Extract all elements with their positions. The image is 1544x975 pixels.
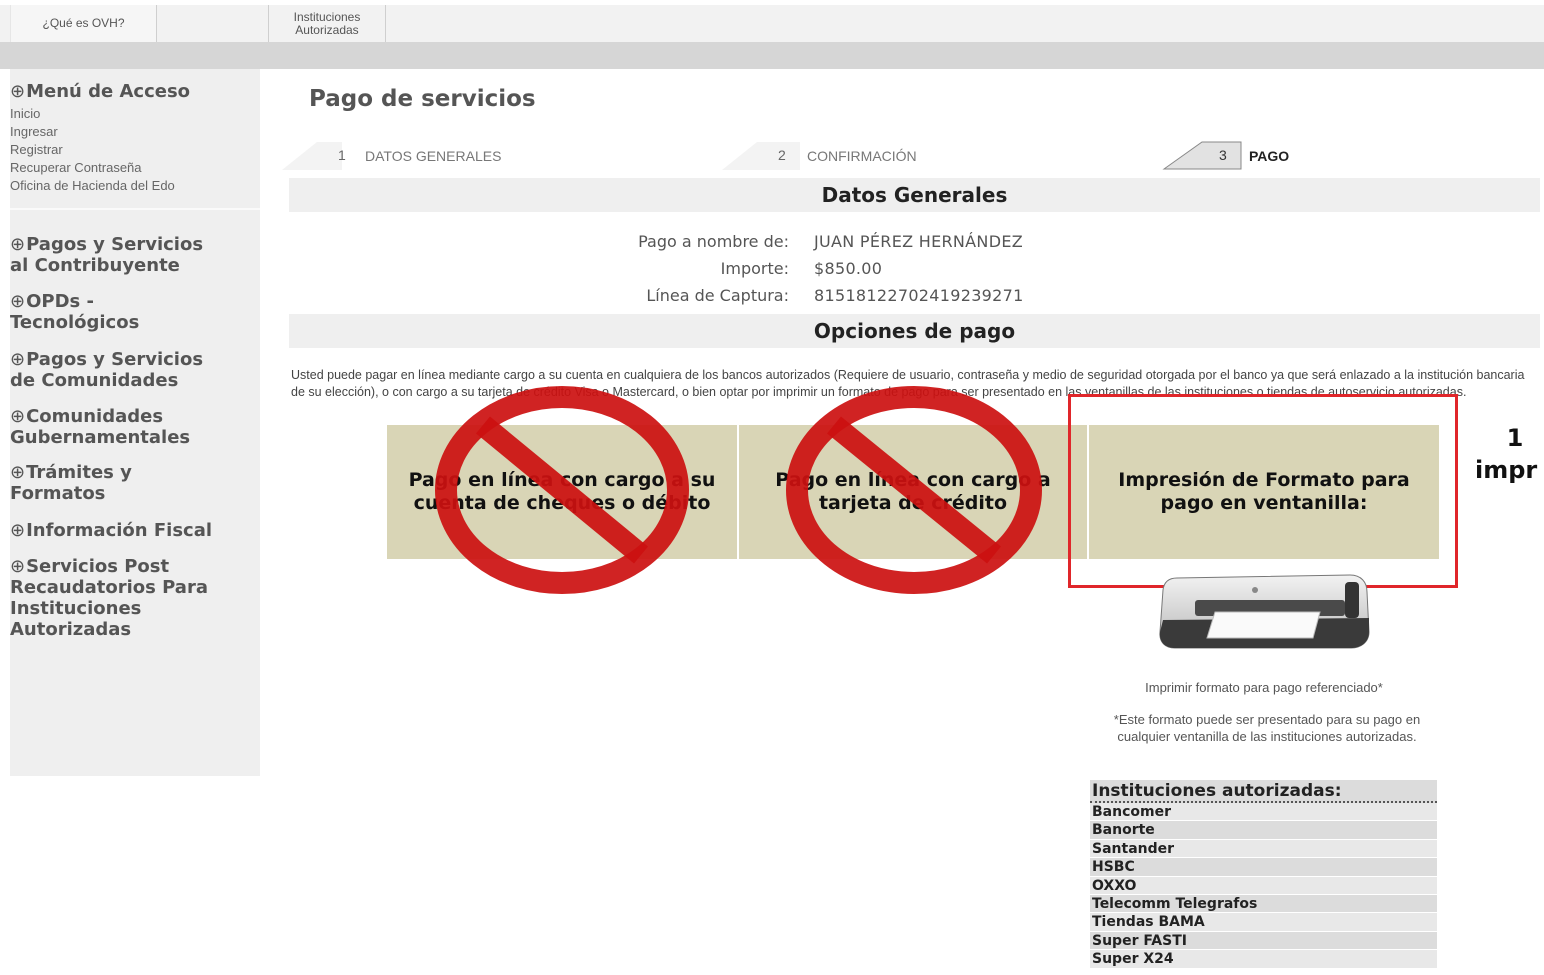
step-hint-line1: 1: [1506, 424, 1524, 452]
sidebar: ⊕Menú de Acceso Inicio Ingresar Registra…: [10, 69, 260, 776]
sidebar-link-registrar[interactable]: Registrar: [10, 141, 175, 159]
institutions-header: Instituciones autorizadas:: [1090, 780, 1437, 803]
wizard-step-3-active: 3 PAGO: [1162, 141, 1462, 171]
circle-arrow-right-icon: ⊕: [10, 349, 26, 370]
highlight-box: [1068, 394, 1458, 588]
field-value-nombre: JUAN PÉREZ HERNÁNDEZ: [814, 232, 1023, 251]
list-item: Telecomm Telegrafos: [1090, 894, 1437, 914]
sidebar-section-pagos-contribuyente[interactable]: ⊕Pagos y Servicios al Contribuyente: [10, 234, 203, 276]
menu-title: Menú de Acceso: [26, 81, 191, 102]
sidebar-section-servicios-post[interactable]: ⊕Servicios Post Recaudatorios Para Insti…: [10, 556, 208, 640]
nav-tab-que-es-ovh[interactable]: ¿Qué es OVH?: [10, 5, 157, 42]
section-label: Formatos: [10, 483, 106, 504]
sidebar-link-oficina[interactable]: Oficina de Hacienda del Edo: [10, 177, 175, 195]
sidebar-section-tramites[interactable]: ⊕Trámites y Formatos: [10, 462, 132, 504]
field-value-importe: $850.00: [814, 259, 883, 278]
step-label: PAGO: [1249, 148, 1290, 164]
list-item: Tiendas BAMA: [1090, 913, 1437, 932]
sidebar-section-comunidades[interactable]: ⊕Comunidades Gubernamentales: [10, 406, 190, 448]
page-title: Pago de servicios: [309, 86, 536, 112]
sidebar-section-informacion-fiscal[interactable]: ⊕Información Fiscal: [10, 520, 212, 541]
section-label: de Comunidades: [10, 370, 179, 391]
step-hint-line2: impr: [1475, 456, 1538, 484]
institutions-list: Bancomer Banorte Santander HSBC OXXO Tel…: [1090, 803, 1437, 969]
nav-tab-instituciones[interactable]: Instituciones Autorizadas: [268, 5, 386, 42]
circle-arrow-right-icon: ⊕: [10, 406, 26, 427]
step-label: CONFIRMACIÓN: [807, 148, 917, 164]
sidebar-links: Inicio Ingresar Registrar Recuperar Cont…: [10, 105, 175, 195]
printer-icon[interactable]: [1155, 572, 1373, 654]
step-tab-shape: [722, 142, 800, 170]
circle-arrow-right-icon: ⊕: [10, 520, 26, 541]
list-item: Super FASTI: [1090, 931, 1437, 951]
sidebar-separator: [10, 208, 260, 210]
section-label: OPDs -: [26, 291, 94, 312]
list-item: Super X24: [1090, 950, 1437, 969]
sidebar-section-opds[interactable]: ⊕OPDs - Tecnológicos: [10, 291, 139, 333]
step-hint-text: 1 impr: [1470, 422, 1544, 486]
circle-arrow-right-icon: ⊕: [10, 556, 26, 577]
sidebar-link-ingresar[interactable]: Ingresar: [10, 123, 175, 141]
circle-arrow-down-icon: ⊕: [10, 81, 26, 102]
nav-tab-label: ¿Qué es OVH?: [42, 16, 125, 30]
opciones-pago-header: Opciones de pago: [289, 314, 1540, 348]
field-label-importe: Importe:: [720, 259, 789, 278]
print-format-note: *Este formato puede ser presentado para …: [1113, 712, 1421, 744]
sidebar-link-inicio[interactable]: Inicio: [10, 105, 175, 123]
section-label: Comunidades: [26, 406, 164, 427]
list-item: OXXO: [1090, 876, 1437, 895]
step-tab-shape: [1162, 141, 1242, 170]
section-label: Pagos y Servicios: [26, 234, 204, 255]
section-label: Autorizadas: [10, 619, 132, 640]
field-label-nombre: Pago a nombre de:: [638, 232, 789, 251]
circle-arrow-right-icon: ⊕: [10, 234, 26, 255]
prohibited-icon: [786, 386, 1042, 594]
step-tab-shape: [282, 142, 342, 170]
nav-tab-label-line2: Autorizadas: [295, 22, 359, 37]
list-item: Banorte: [1090, 821, 1437, 840]
section-label: Gubernamentales: [10, 427, 191, 448]
section-label: Información Fiscal: [26, 520, 213, 541]
datos-generales-header: Datos Generales: [289, 178, 1540, 212]
circle-arrow-right-icon: ⊕: [10, 291, 26, 312]
top-nav: ¿Qué es OVH? Instituciones Autorizadas: [0, 5, 1544, 43]
section-label: Trámites y: [26, 462, 132, 483]
print-format-link[interactable]: Imprimir formato para pago referenciado*: [1092, 680, 1436, 695]
section-label: Servicios Post: [26, 556, 170, 577]
nav-tab-label: Instituciones Autorizadas: [293, 9, 361, 37]
step-number: 3: [1219, 147, 1227, 163]
circle-arrow-right-icon: ⊕: [10, 462, 26, 483]
list-item: Santander: [1090, 839, 1437, 859]
section-label: al Contribuyente: [10, 255, 180, 276]
sidebar-section-pagos-comunidades[interactable]: ⊕Pagos y Servicios de Comunidades: [10, 349, 203, 391]
menu-acceso-header[interactable]: ⊕Menú de Acceso: [10, 81, 190, 102]
section-label: Recaudatorios Para: [10, 577, 208, 598]
step-number: 2: [778, 147, 786, 163]
list-item: HSBC: [1090, 858, 1437, 877]
nav-divider-bar: [0, 42, 1544, 69]
section-label: Instituciones: [10, 598, 142, 619]
step-number: 1: [338, 147, 346, 163]
step-label: DATOS GENERALES: [365, 148, 502, 164]
wizard-step-2: 2 CONFIRMACIÓN: [722, 141, 1162, 171]
section-label: Pagos y Servicios: [26, 349, 204, 370]
nav-tab-label-line1: Instituciones: [293, 9, 361, 24]
institutions-table: Instituciones autorizadas: Bancomer Bano…: [1090, 780, 1437, 969]
sidebar-link-recuperar[interactable]: Recuperar Contraseña: [10, 159, 175, 177]
section-label: Tecnológicos: [10, 312, 140, 333]
prohibited-icon: [435, 386, 689, 594]
list-item: Bancomer: [1090, 803, 1437, 822]
field-label-linea-captura: Línea de Captura:: [646, 286, 789, 305]
wizard-step-1: 1 DATOS GENERALES: [282, 141, 722, 171]
field-value-linea-captura: 81518122702419239271: [814, 286, 1024, 305]
